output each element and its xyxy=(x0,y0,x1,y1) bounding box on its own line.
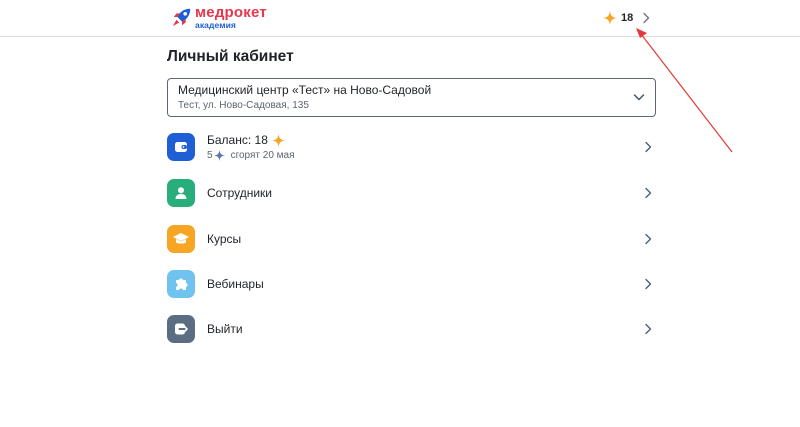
logout-icon xyxy=(167,315,195,343)
rocket-icon xyxy=(172,8,191,27)
page-title: Личный кабинет xyxy=(167,48,294,65)
menu-item-balance[interactable]: Баланс: 18 5 сгорят 20 мая xyxy=(167,133,656,161)
menu-item-label: Вебинары xyxy=(207,277,264,291)
clinic-select-address: Тест, ул. Ново-Садовая, 135 xyxy=(178,100,309,111)
menu-item-label: Выйти xyxy=(207,322,243,336)
chevron-right-icon xyxy=(645,141,652,153)
medroket-logo[interactable]: медрокет академия xyxy=(171,4,267,30)
chevron-right-icon xyxy=(643,12,650,24)
menu-item-logout[interactable]: Выйти xyxy=(167,315,656,343)
menu-item-label: Курсы xyxy=(207,232,242,246)
chevron-right-icon xyxy=(645,278,652,290)
star-icon xyxy=(603,11,617,25)
wallet-icon xyxy=(167,133,195,161)
menu-item-webinars[interactable]: Вебинары xyxy=(167,270,656,298)
expiring-text: сгорят 20 мая xyxy=(230,149,295,161)
header-balance-button[interactable]: 18 xyxy=(603,9,651,27)
user-icon xyxy=(167,179,195,207)
logo-subtitle: академия xyxy=(195,19,236,30)
star-outline-icon xyxy=(213,150,225,161)
chevron-down-icon xyxy=(633,94,645,101)
chevron-right-icon xyxy=(645,187,652,199)
clinic-select[interactable]: Медицинский центр «Тест» на Ново-Садовой… xyxy=(167,78,656,117)
menu-item-label: Сотрудники xyxy=(207,186,272,200)
menu-item-employees[interactable]: Сотрудники xyxy=(167,179,656,207)
star-icon xyxy=(271,133,285,147)
chevron-right-icon xyxy=(645,233,652,245)
top-bar: медрокет академия 18 xyxy=(0,0,800,37)
graduation-cap-icon xyxy=(167,225,195,253)
chevron-right-icon xyxy=(645,323,652,335)
balance-label: Баланс: 18 xyxy=(207,132,268,147)
expiring-count: 5 xyxy=(207,149,213,161)
puzzle-icon xyxy=(167,270,195,298)
clinic-select-name: Медицинский центр «Тест» на Ново-Садовой xyxy=(178,83,432,97)
menu-item-courses[interactable]: Курсы xyxy=(167,225,656,253)
annotation-arrow xyxy=(636,28,733,153)
header-balance-value: 18 xyxy=(621,12,634,24)
logo-title: медрокет xyxy=(195,3,267,21)
